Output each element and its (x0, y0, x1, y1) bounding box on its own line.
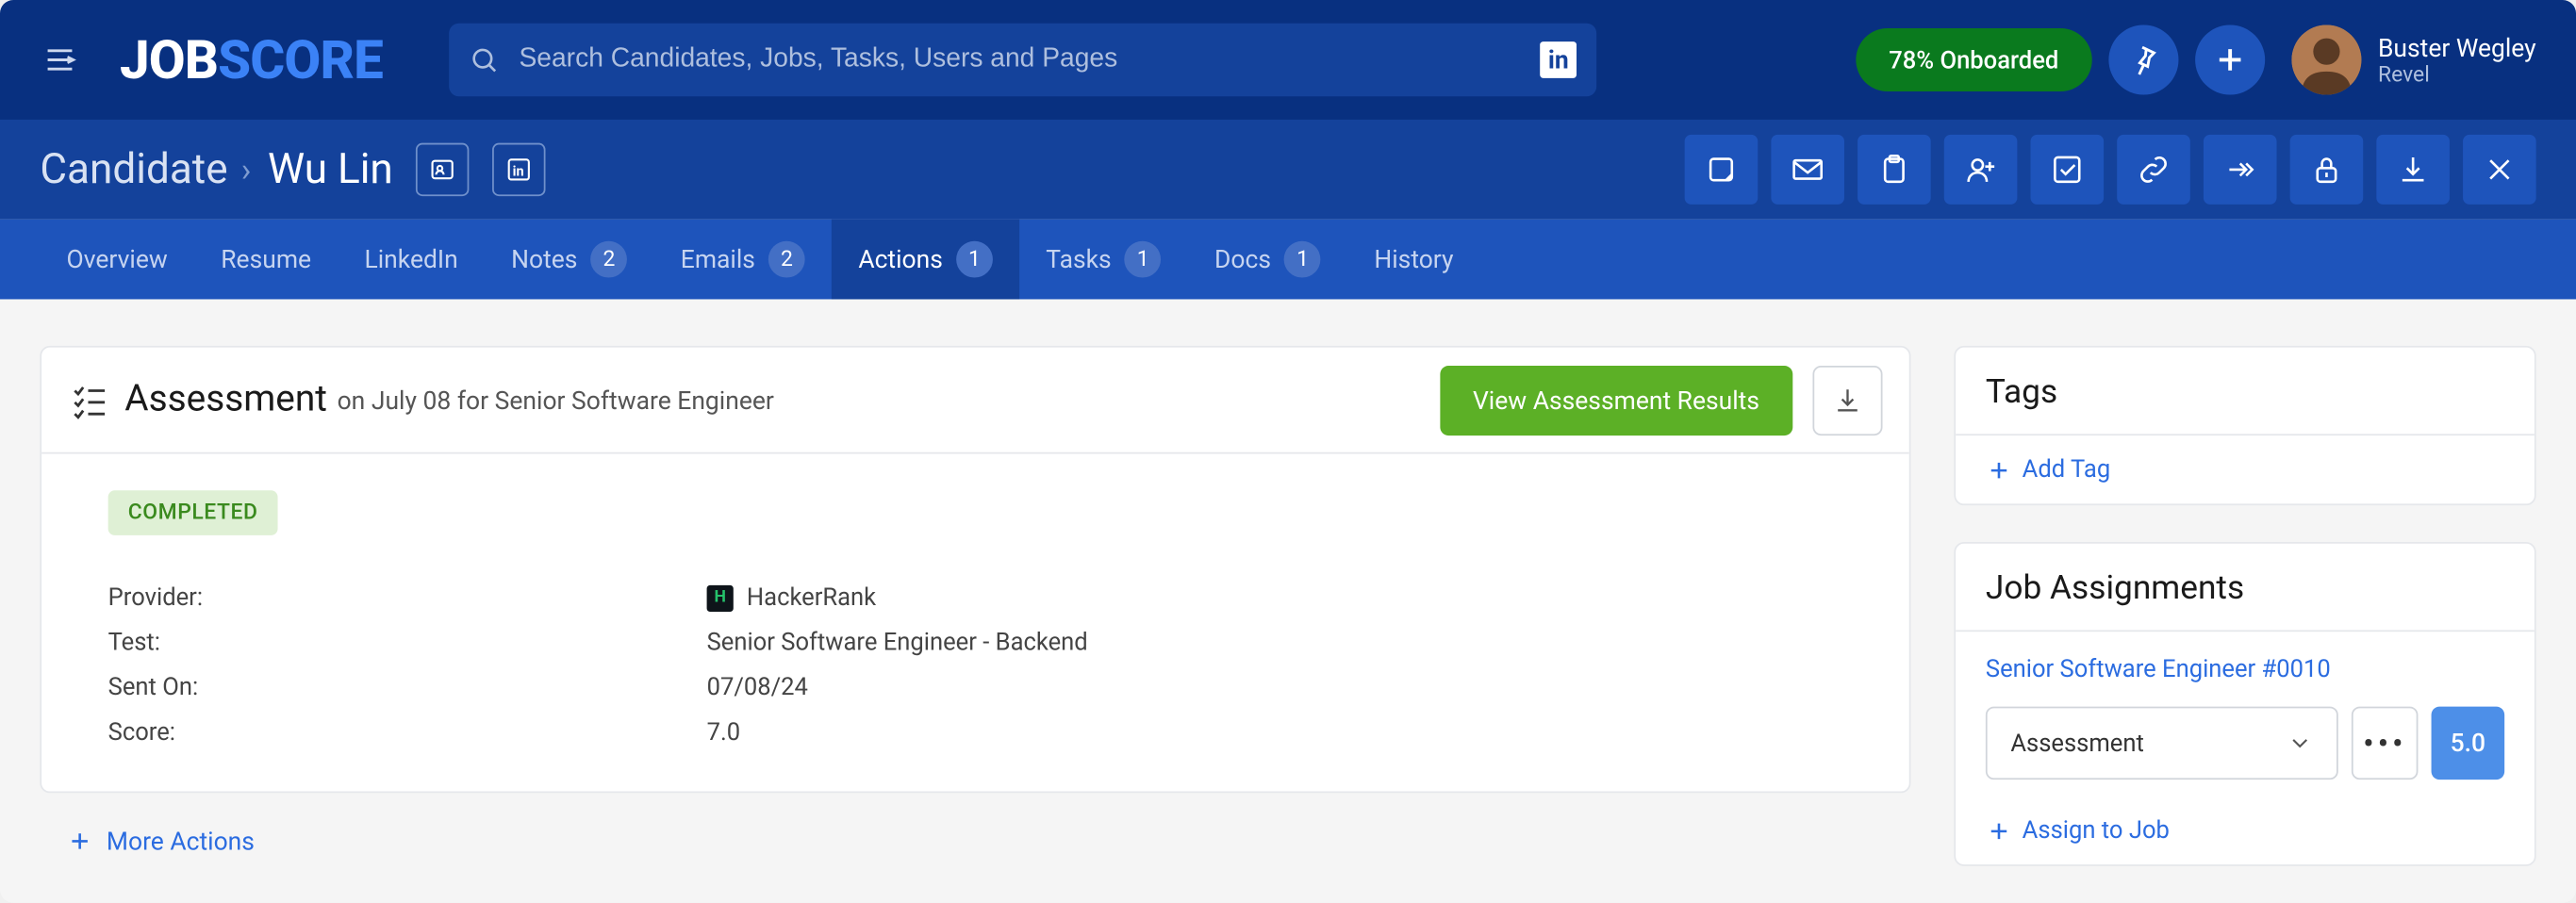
tab-actions[interactable]: Actions1 (832, 220, 1019, 300)
more-actions-link[interactable]: More Actions (67, 827, 1885, 857)
search-bar[interactable]: in (449, 24, 1596, 97)
sub-header: Candidate › Wu Lin in (0, 120, 2576, 220)
note-button[interactable] (1685, 135, 1759, 205)
forward-button[interactable] (2204, 135, 2277, 205)
add-user-button[interactable] (1944, 135, 2018, 205)
provider-label: Provider: (108, 583, 707, 612)
plus-icon (2212, 41, 2249, 78)
tab-history[interactable]: History (1347, 220, 1480, 300)
avatar (2291, 25, 2361, 94)
checkbox-button[interactable] (2031, 135, 2105, 205)
main-content: Assessment on July 08 for Senior Softwar… (0, 299, 2576, 902)
tab-linkedin[interactable]: LinkedIn (338, 220, 485, 300)
tab-docs-badge: 1 (1284, 241, 1321, 278)
svg-text:in: in (513, 164, 524, 180)
logo-text-a: JOB (120, 28, 218, 91)
user-org: Revel (2378, 62, 2536, 87)
pin-icon (2125, 41, 2162, 78)
checklist-icon (68, 378, 111, 421)
assessment-title: Assessment (124, 379, 327, 420)
download-results-button[interactable] (1812, 365, 1882, 435)
breadcrumb-section[interactable]: Candidate (40, 145, 227, 193)
hackerrank-icon: H (707, 584, 734, 611)
user-menu[interactable]: Buster Wegley Revel (2291, 25, 2535, 94)
score-label: Score: (108, 718, 707, 747)
sent-on-value: 07/08/24 (707, 673, 808, 701)
breadcrumb: Candidate › Wu Lin in (40, 143, 546, 196)
profile-card-icon[interactable] (416, 143, 469, 196)
provider-row: Provider: H HackerRank (108, 575, 1843, 620)
score-value: 7.0 (707, 718, 740, 747)
logo-text-b: SCORE (218, 28, 383, 91)
link-button[interactable] (2117, 135, 2190, 205)
tab-docs[interactable]: Docs1 (1188, 220, 1347, 300)
search-icon (470, 45, 500, 75)
linkedin-profile-icon[interactable]: in (493, 143, 546, 196)
logo[interactable]: JOBSCORE (120, 28, 383, 91)
lock-button[interactable] (2290, 135, 2364, 205)
tab-overview[interactable]: Overview (40, 220, 194, 300)
job-assignments-title: Job Assignments (1956, 544, 2535, 632)
email-button[interactable] (1771, 135, 1844, 205)
assessment-header: Assessment on July 08 for Senior Softwar… (41, 348, 1909, 454)
add-button[interactable] (2195, 25, 2265, 94)
assessment-body: COMPLETED Provider: H HackerRank Test: S… (41, 453, 1909, 791)
tabs-bar: Overview Resume LinkedIn Notes2 Emails2 … (0, 220, 2576, 300)
chevron-right-icon: › (241, 150, 252, 189)
job-assignment-link[interactable]: Senior Software Engineer #0010 (1986, 655, 2331, 683)
job-more-button[interactable]: ••• (2352, 707, 2419, 780)
plus-icon (1986, 456, 2012, 483)
view-results-button[interactable]: View Assessment Results (1440, 365, 1793, 435)
side-column: Tags Add Tag Job Assignments Senior Soft… (1954, 346, 2535, 866)
stage-select-value: Assessment (2010, 729, 2144, 757)
job-assignment-controls: Assessment ••• 5.0 (1986, 707, 2504, 780)
assign-to-job-link[interactable]: Assign to Job (1986, 816, 2504, 845)
tab-notes[interactable]: Notes2 (485, 220, 654, 300)
test-row: Test: Senior Software Engineer - Backend (108, 620, 1843, 665)
tab-tasks-badge: 1 (1125, 241, 1162, 278)
clipboard-button[interactable] (1858, 135, 1931, 205)
tags-panel: Tags Add Tag (1954, 346, 2535, 505)
plus-icon (1986, 817, 2012, 844)
chevron-down-icon (2287, 730, 2313, 756)
stage-select[interactable]: Assessment (1986, 707, 2338, 780)
status-badge: COMPLETED (108, 490, 278, 535)
add-tag-label: Add Tag (2023, 455, 2111, 484)
pin-button[interactable] (2108, 25, 2178, 94)
tab-emails-badge: 2 (768, 241, 805, 278)
tab-resume[interactable]: Resume (194, 220, 338, 300)
sent-on-row: Sent On: 07/08/24 (108, 665, 1843, 710)
tab-notes-badge: 2 (591, 241, 628, 278)
sent-on-label: Sent On: (108, 673, 707, 701)
linkedin-search-icon[interactable]: in (1540, 41, 1577, 78)
test-value: Senior Software Engineer - Backend (707, 629, 1088, 657)
score-row: Score: 7.0 (108, 710, 1843, 755)
tab-emails[interactable]: Emails2 (654, 220, 833, 300)
plus-icon (67, 828, 93, 854)
add-tag-link[interactable]: Add Tag (1986, 455, 2504, 484)
close-button[interactable] (2463, 135, 2536, 205)
onboarded-badge[interactable]: 78% Onboarded (1856, 28, 2092, 91)
more-actions-label: More Actions (107, 827, 255, 857)
content-column: Assessment on July 08 for Senior Softwar… (40, 346, 1910, 856)
tags-panel-title: Tags (1956, 348, 2535, 435)
job-score-badge[interactable]: 5.0 (2432, 707, 2505, 780)
test-label: Test: (108, 629, 707, 657)
assessment-card: Assessment on July 08 for Senior Softwar… (40, 346, 1910, 793)
assessment-subtitle: on July 08 for Senior Software Engineer (338, 385, 774, 415)
user-name: Buster Wegley (2378, 32, 2536, 62)
job-assignments-panel: Job Assignments Senior Software Engineer… (1954, 542, 2535, 866)
assign-to-job-label: Assign to Job (2023, 816, 2170, 845)
download-button[interactable] (2376, 135, 2450, 205)
breadcrumb-name: Wu Lin (268, 145, 393, 193)
provider-value: HackerRank (747, 583, 876, 612)
menu-toggle-icon[interactable] (40, 40, 79, 79)
tab-tasks[interactable]: Tasks1 (1019, 220, 1188, 300)
tab-actions-badge: 1 (956, 241, 993, 278)
app-header: JOBSCORE in 78% Onboarded (0, 0, 2576, 120)
header-right: 78% Onboarded Buster Wegley Revel (1856, 25, 2536, 94)
search-input[interactable] (519, 45, 1520, 75)
candidate-action-buttons (1685, 135, 2536, 205)
